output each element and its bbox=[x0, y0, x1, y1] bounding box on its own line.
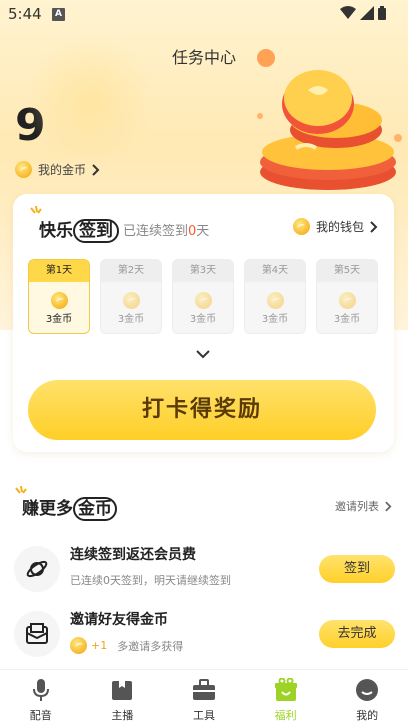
chevron-right-icon bbox=[92, 163, 100, 176]
microphone-icon bbox=[29, 678, 53, 702]
wallet-link[interactable]: 我的钱包 bbox=[292, 218, 378, 235]
my-coins-label: 我的金币 bbox=[38, 163, 87, 177]
tab-label: 福利 bbox=[274, 709, 297, 722]
day-reward: 3金币 bbox=[261, 314, 289, 325]
tab-label: 我的 bbox=[356, 709, 379, 722]
chevron-right-icon bbox=[370, 220, 378, 233]
streak-text: 已连续签到0天 bbox=[123, 220, 209, 239]
signal-icon bbox=[360, 6, 374, 20]
day-label: 第2天 bbox=[101, 260, 161, 282]
task-row-signin: 连续签到返还会员费 已连续0天签到，明天请继续签到 签到 bbox=[0, 540, 408, 600]
coin-icon bbox=[339, 292, 356, 309]
tab-dubbing[interactable]: 配音 bbox=[0, 670, 82, 727]
streak-suffix: 天 bbox=[196, 224, 210, 239]
signin-title: 快乐 签到 bbox=[39, 216, 119, 243]
coin-icon bbox=[292, 218, 310, 235]
invite-list-label: 邀请列表 bbox=[335, 500, 379, 513]
status-icons bbox=[340, 6, 386, 20]
task-subtitle: +1 多邀请多获得 bbox=[70, 637, 183, 654]
invite-list-link[interactable]: 邀请列表 bbox=[335, 498, 392, 514]
tab-anchor[interactable]: 主播 bbox=[82, 670, 164, 727]
status-bar: 5:44 A bbox=[0, 0, 408, 28]
chevron-right-icon bbox=[385, 501, 392, 511]
tab-profile[interactable]: 我的 bbox=[326, 670, 408, 727]
gift-icon bbox=[274, 678, 298, 702]
coin-icon bbox=[15, 161, 32, 178]
coin-icon bbox=[267, 292, 284, 309]
earn-section-header: 赚更多 金币 邀请列表 bbox=[0, 484, 408, 521]
coin-icon bbox=[123, 292, 140, 309]
task-reward: +1 bbox=[91, 639, 108, 652]
wallet-label: 我的钱包 bbox=[315, 220, 364, 234]
day-reward: 3金币 bbox=[333, 314, 361, 325]
signin-task-button[interactable]: 签到 bbox=[319, 555, 395, 583]
earn-title-word: 金币 bbox=[73, 497, 117, 521]
envelope-icon bbox=[14, 611, 60, 657]
task-subtitle-text: 多邀请多获得 bbox=[117, 639, 184, 653]
signin-card: 快乐 签到 已连续签到0天 我的钱包 第1天 3金币 第2天 3金币 第3天 3金… bbox=[13, 194, 394, 452]
coin-icon bbox=[70, 637, 87, 654]
notification-icon: A bbox=[52, 8, 65, 21]
status-time: 5:44 bbox=[8, 5, 42, 23]
planet-icon bbox=[14, 546, 60, 592]
tab-welfare[interactable]: 福利 bbox=[245, 670, 327, 727]
my-coins-link[interactable]: 我的金币 bbox=[15, 161, 100, 178]
day-card-1[interactable]: 第1天 3金币 bbox=[28, 259, 90, 334]
day-label: 第5天 bbox=[317, 260, 377, 282]
task-subtitle-text: 已连续0天签到，明天请继续签到 bbox=[70, 574, 231, 587]
coin-icon bbox=[51, 292, 68, 309]
signin-header: 快乐 签到 已连续签到0天 我的钱包 bbox=[13, 194, 394, 254]
tab-label: 配音 bbox=[29, 709, 52, 722]
coin-stack-illustration bbox=[257, 49, 402, 190]
chevron-down-icon[interactable] bbox=[196, 349, 210, 359]
earn-title-prefix: 赚更多 bbox=[22, 499, 73, 519]
tab-tools[interactable]: 工具 bbox=[163, 670, 245, 727]
bottom-tab-bar: 配音 主播 工具 福利 我的 bbox=[0, 669, 408, 727]
day-card-3[interactable]: 第3天 3金币 bbox=[172, 259, 234, 334]
day-label: 第1天 bbox=[29, 260, 89, 282]
signin-days: 第1天 3金币 第2天 3金币 第3天 3金币 第4天 3金币 第5天 3金币 bbox=[28, 259, 378, 334]
day-label: 第3天 bbox=[173, 260, 233, 282]
toolbox-icon bbox=[192, 678, 216, 702]
anchor-icon bbox=[110, 678, 134, 702]
coin-icon bbox=[195, 292, 212, 309]
profile-icon bbox=[355, 678, 379, 702]
task-title: 邀请好友得金币 bbox=[70, 612, 168, 628]
day-reward: 3金币 bbox=[117, 314, 145, 325]
battery-icon bbox=[378, 6, 386, 20]
day-reward: 3金币 bbox=[45, 314, 73, 325]
day-label: 第4天 bbox=[245, 260, 305, 282]
day-card-5[interactable]: 第5天 3金币 bbox=[316, 259, 378, 334]
day-reward: 3金币 bbox=[189, 314, 217, 325]
invite-task-button[interactable]: 去完成 bbox=[319, 620, 395, 648]
coin-count: 9 bbox=[15, 100, 46, 151]
wifi-icon bbox=[340, 6, 356, 19]
tab-label: 主播 bbox=[111, 709, 134, 722]
day-card-4[interactable]: 第4天 3金币 bbox=[244, 259, 306, 334]
checkin-button[interactable]: 打卡得奖励 bbox=[28, 380, 376, 440]
tab-label: 工具 bbox=[192, 709, 215, 722]
day-card-2[interactable]: 第2天 3金币 bbox=[100, 259, 162, 334]
task-row-invite: 邀请好友得金币 +1 多邀请多获得 去完成 bbox=[0, 605, 408, 665]
earn-title: 赚更多 金币 bbox=[22, 494, 117, 521]
signin-title-word: 签到 bbox=[73, 219, 119, 243]
task-title: 连续签到返还会员费 bbox=[70, 547, 196, 563]
signin-title-prefix: 快乐 bbox=[39, 221, 73, 241]
streak-prefix: 已连续签到 bbox=[123, 224, 189, 239]
task-subtitle: 已连续0天签到，明天请继续签到 bbox=[70, 572, 231, 588]
